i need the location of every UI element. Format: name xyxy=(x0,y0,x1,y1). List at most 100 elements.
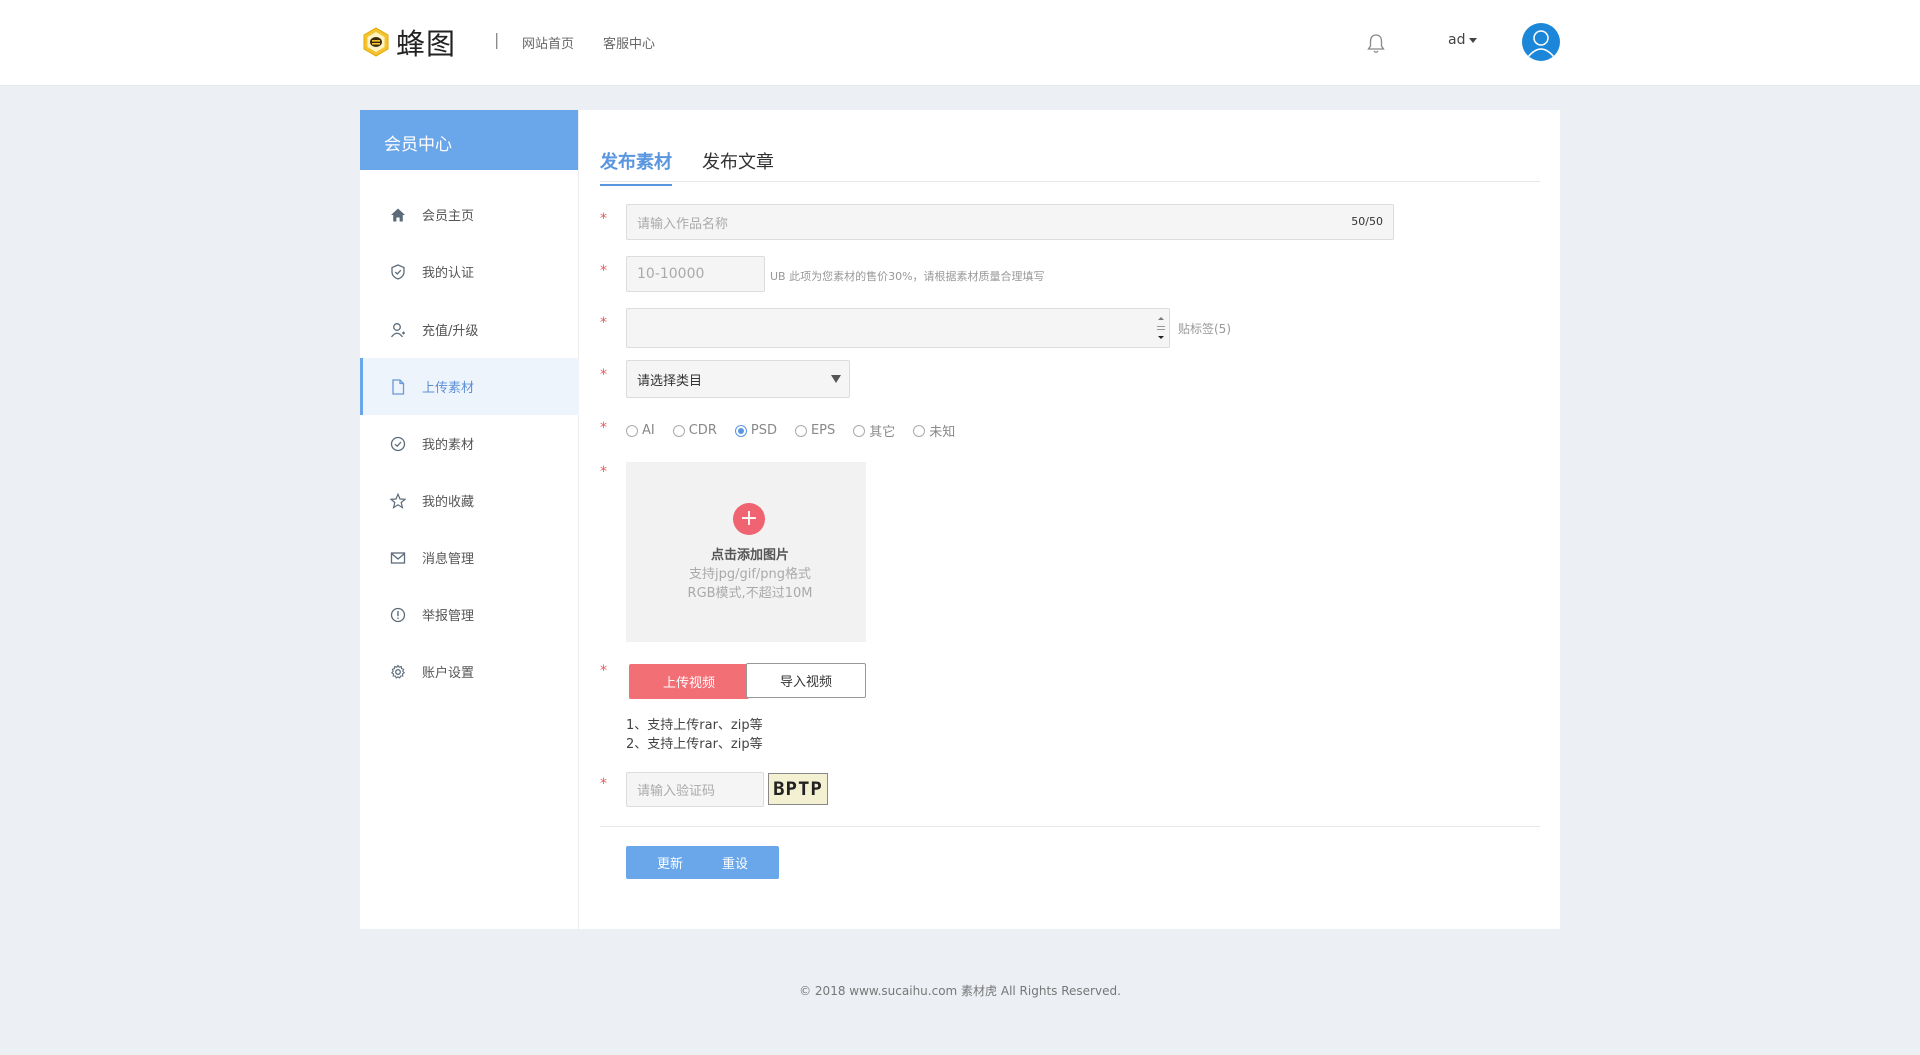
user-name-label: ad xyxy=(1448,32,1466,48)
bell-icon[interactable] xyxy=(1366,33,1386,55)
format-radio-group: AI CDR PSD EPS 其它 未知 xyxy=(626,421,973,440)
radio-label: EPS xyxy=(810,423,836,438)
required-mark: * xyxy=(600,263,607,279)
required-mark: * xyxy=(600,464,607,480)
sidebar-item-my-materials[interactable]: 我的素材 xyxy=(360,415,579,472)
image-upload-area[interactable]: + 点击添加图片 支持jpg/gif/png格式 RGB模式,不超过10M xyxy=(626,462,866,642)
sidebar-item-favorites[interactable]: 我的收藏 xyxy=(360,472,579,529)
sidebar-item-label: 充值/升级 xyxy=(422,324,479,339)
service-center-link[interactable]: 客服中心 xyxy=(603,33,655,52)
tab-publish-material[interactable]: 发布素材 xyxy=(600,148,672,186)
required-mark: * xyxy=(600,420,607,436)
upload-size-hint: RGB模式,不超过10M xyxy=(687,586,813,601)
required-mark: * xyxy=(600,211,607,227)
radio-circle-icon xyxy=(794,424,807,437)
upload-format-hint: 支持jpg/gif/png格式 xyxy=(688,567,812,582)
required-mark: * xyxy=(600,776,607,792)
sidebar-title: 会员中心 xyxy=(360,110,578,170)
format-radio-ai[interactable]: AI xyxy=(626,423,655,438)
top-bar: 蜂图 | 网站首页 客服中心 ad xyxy=(0,0,1920,86)
sidebar-item-reports[interactable]: 举报管理 xyxy=(360,586,579,643)
radio-circle-icon xyxy=(913,424,926,437)
format-radio-other[interactable]: 其它 xyxy=(853,421,895,440)
title-input-placeholder: 请输入作品名称 xyxy=(637,216,729,232)
content-panel: 发布素材 发布文章 * 请输入作品名称 50/50 * 10-10000 UB … xyxy=(580,110,1560,929)
tab-bar: 发布素材 发布文章 xyxy=(600,134,1540,186)
required-mark: * xyxy=(600,315,607,331)
avatar[interactable] xyxy=(1522,23,1560,61)
triangle-down-icon xyxy=(831,375,841,383)
header-separator: | xyxy=(494,30,500,49)
spinner-arrows-icon[interactable] xyxy=(1157,312,1165,344)
sidebar-item-account-settings[interactable]: 账户设置 xyxy=(360,643,579,700)
import-video-button[interactable]: 导入视频 xyxy=(746,663,866,698)
category-select-value: 请选择类目 xyxy=(637,373,703,389)
note-line: 1、支持上传rar、zip等 xyxy=(626,718,763,733)
upload-title: 点击添加图片 xyxy=(710,548,789,563)
sidebar-item-label: 会员主页 xyxy=(422,209,475,224)
captcha-input[interactable]: 请输入验证码 xyxy=(626,772,764,807)
price-input[interactable]: 10-10000 xyxy=(626,256,765,292)
title-input[interactable]: 请输入作品名称 50/50 xyxy=(626,204,1394,240)
logo[interactable]: 蜂图 xyxy=(360,24,457,61)
sidebar-item-label: 我的认证 xyxy=(422,266,475,281)
radio-label: AI xyxy=(642,423,655,438)
footer-copyright: © 2018 www.sucaihu.com 素材虎 All Rights Re… xyxy=(799,984,1121,998)
gear-icon xyxy=(390,664,406,679)
format-radio-psd[interactable]: PSD xyxy=(734,423,777,438)
caret-down-icon xyxy=(1469,37,1478,43)
category-select[interactable]: 请选择类目 xyxy=(626,360,850,398)
radio-label: CDR xyxy=(688,423,717,438)
sidebar-item-label: 举报管理 xyxy=(422,609,475,624)
sidebar-item-home[interactable]: 会员主页 xyxy=(360,186,579,243)
form-divider xyxy=(600,826,1540,827)
main-card: 会员中心 会员主页 我的认证 充值/升级 上传素材 我的素材 我的收藏 消息管理 xyxy=(360,110,1560,929)
plus-icon[interactable]: + xyxy=(733,503,765,535)
upload-notes: 1、支持上传rar、zip等 2、支持上传rar、zip等 xyxy=(626,716,763,754)
radio-circle-icon xyxy=(626,424,638,437)
sidebar-item-label: 我的素材 xyxy=(422,438,475,453)
captcha-image[interactable]: BPTP xyxy=(768,773,828,805)
star-icon xyxy=(390,492,406,509)
radio-checked-icon xyxy=(734,424,747,437)
shield-icon xyxy=(391,263,405,280)
note-line: 2、支持上传rar、zip等 xyxy=(626,737,763,752)
user-avatar-icon xyxy=(1527,30,1555,58)
file-icon xyxy=(392,378,405,395)
required-mark: * xyxy=(600,367,607,383)
format-radio-unknown[interactable]: 未知 xyxy=(913,421,955,440)
price-input-placeholder: 10-10000 xyxy=(637,266,705,282)
format-radio-eps[interactable]: EPS xyxy=(794,423,836,438)
sidebar-item-label: 消息管理 xyxy=(422,552,475,567)
bee-logo-icon xyxy=(363,27,389,57)
radio-label: 未知 xyxy=(929,425,956,440)
sidebar-item-upload[interactable]: 上传素材 xyxy=(360,358,579,415)
radio-label: 其它 xyxy=(869,425,896,440)
upload-video-button[interactable]: 上传视频 xyxy=(629,664,749,699)
sidebar-item-label: 上传素材 xyxy=(422,381,475,396)
radio-circle-icon xyxy=(853,424,866,437)
tags-hint: 贴标签(5) xyxy=(1178,322,1231,336)
captcha-input-placeholder: 请输入验证码 xyxy=(637,784,716,799)
tags-input[interactable] xyxy=(626,308,1170,348)
check-circle-icon xyxy=(390,436,406,451)
sidebar-item-recharge[interactable]: 充值/升级 xyxy=(360,301,579,358)
tab-publish-article[interactable]: 发布文章 xyxy=(702,148,774,184)
radio-label: PSD xyxy=(750,423,777,438)
sidebar-item-label: 账户设置 xyxy=(422,666,475,681)
logo-text: 蜂图 xyxy=(396,27,457,61)
home-icon xyxy=(391,208,405,221)
required-mark: * xyxy=(600,663,607,679)
user-icon xyxy=(390,322,405,337)
sidebar: 会员中心 会员主页 我的认证 充值/升级 上传素材 我的素材 我的收藏 消息管理 xyxy=(360,110,579,929)
sidebar-item-verify[interactable]: 我的认证 xyxy=(360,243,579,300)
user-menu[interactable]: ad xyxy=(1448,32,1478,48)
mail-icon xyxy=(390,551,406,564)
price-hint: UB 此项为您素材的售价30%，请根据素材质量合理填写 xyxy=(770,270,1045,283)
title-char-counter: 50/50 xyxy=(1351,215,1383,228)
sidebar-item-label: 我的收藏 xyxy=(422,495,475,510)
home-link[interactable]: 网站首页 xyxy=(522,33,574,52)
sidebar-item-messages[interactable]: 消息管理 xyxy=(360,529,579,586)
format-radio-cdr[interactable]: CDR xyxy=(672,423,717,438)
reset-button[interactable]: 重设 xyxy=(691,846,779,879)
